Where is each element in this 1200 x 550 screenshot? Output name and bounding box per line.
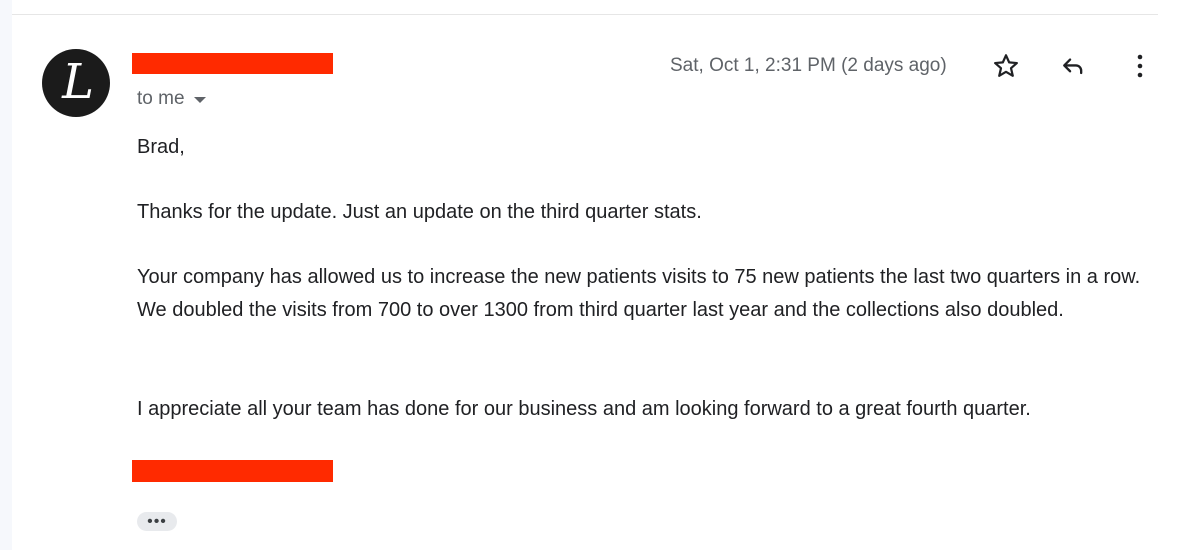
- sender-avatar-initial: L: [62, 54, 94, 110]
- reply-button[interactable]: [1053, 46, 1093, 86]
- left-margin-strip: [0, 0, 12, 550]
- more-vert-icon: [1137, 54, 1143, 78]
- redacted-sender-name: [132, 53, 333, 74]
- recipient-details-toggle[interactable]: to me: [137, 88, 206, 110]
- email-paragraph: I appreciate all your team has done for …: [137, 398, 1031, 420]
- caret-down-icon: [193, 97, 206, 103]
- email-paragraph: Your company has allowed us to increase …: [137, 266, 1141, 321]
- redacted-signature: [132, 460, 333, 482]
- show-trimmed-content-button[interactable]: •••: [137, 512, 177, 531]
- email-paragraph: Thanks for the update. Just an update on…: [137, 201, 702, 223]
- star-button[interactable]: [986, 46, 1026, 86]
- star-outline-icon: [994, 54, 1018, 77]
- thread-divider: [12, 14, 1158, 15]
- recipient-label: to me: [137, 88, 185, 109]
- email-timestamp: Sat, Oct 1, 2:31 PM (2 days ago): [670, 55, 947, 76]
- sender-avatar[interactable]: L: [42, 49, 110, 117]
- email-greeting: Brad,: [137, 136, 185, 158]
- reply-icon: [1063, 58, 1083, 75]
- more-options-button[interactable]: [1120, 46, 1160, 86]
